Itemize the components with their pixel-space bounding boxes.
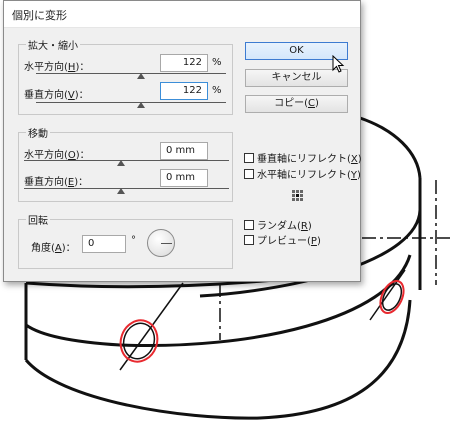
copy-button[interactable]: コピー(C): [245, 95, 348, 113]
move-vertical-input[interactable]: 0 mm: [160, 169, 208, 187]
move-vertical-slider-track[interactable]: [24, 188, 229, 189]
scale-vertical-slider-thumb[interactable]: [137, 102, 145, 108]
scale-horizontal-label: 水平方向(H)：: [24, 58, 89, 73]
angle-input[interactable]: 0: [82, 235, 126, 253]
scale-horizontal-input[interactable]: 122: [160, 54, 208, 72]
preview-box[interactable]: [244, 234, 254, 245]
move-horizontal-input[interactable]: 0 mm: [160, 142, 208, 160]
transform-each-dialog: 個別に変形 拡大・縮小 水平方向(H)： 122 % 垂直方向(V)： 122 …: [3, 0, 362, 282]
preview-label-text: プレビュー(: [257, 236, 311, 247]
dialog-title: 個別に変形: [12, 9, 67, 22]
random-label-tail: ): [307, 221, 312, 232]
reflect-vertical-checkbox[interactable]: 垂直軸にリフレクト(X): [244, 150, 362, 165]
scale-vertical-key: V: [67, 90, 75, 101]
scale-horizontal-label-text: 水平方向(: [24, 62, 68, 73]
random-label-text: ランダム(: [257, 221, 301, 232]
reflect-vertical-label-text: 垂直軸にリフレクト(: [257, 154, 351, 165]
random-label: ランダム(R): [257, 217, 312, 232]
selection-ellipse-right-inner: [381, 283, 403, 311]
preview-label-tail: ): [316, 236, 321, 247]
angle-dial[interactable]: [147, 229, 175, 257]
scale-vertical-label-text: 垂直方向(: [24, 90, 68, 101]
scale-vertical-label-tail: )：: [74, 90, 89, 101]
move-horizontal-label: 水平方向(O)：: [24, 146, 90, 161]
cylinder-top-rim-right: [359, 116, 422, 179]
preview-checkbox[interactable]: プレビュー(P): [244, 232, 321, 247]
angle-label-tail: )：: [61, 243, 76, 254]
move-vertical-label-tail: )：: [74, 177, 89, 188]
copy-button-label: コピー(: [274, 98, 308, 109]
reflect-vertical-key: X: [350, 154, 358, 165]
random-box[interactable]: [244, 219, 254, 230]
move-vertical-slider-thumb[interactable]: [117, 188, 125, 194]
move-vertical-label-text: 垂直方向(: [24, 177, 68, 188]
angle-dial-hand: [161, 243, 172, 244]
scale-horizontal-label-tail: )：: [75, 62, 90, 73]
reflect-horizontal-label-text: 水平軸にリフレクト(: [257, 170, 351, 181]
scale-horizontal-slider-thumb[interactable]: [137, 73, 145, 79]
scale-legend: 拡大・縮小: [26, 37, 80, 52]
move-vertical-label: 垂直方向(E)：: [24, 173, 88, 188]
scale-vertical-unit: %: [212, 85, 222, 96]
move-horizontal-slider-thumb[interactable]: [117, 160, 125, 166]
reflect-vertical-box[interactable]: [244, 152, 254, 163]
cylinder-bottom-rim: [24, 299, 412, 420]
selection-ellipse-right: [379, 280, 405, 314]
angle-key: A: [54, 243, 62, 254]
reflect-horizontal-checkbox[interactable]: 水平軸にリフレクト(Y): [244, 166, 361, 181]
scale-vertical-input[interactable]: 122: [160, 82, 208, 100]
reflect-vertical-label: 垂直軸にリフレクト(X): [257, 150, 362, 165]
angle-degree-unit: °: [131, 235, 136, 246]
angle-label: 角度(A)：: [31, 239, 76, 254]
copy-button-key: C: [308, 98, 315, 109]
scale-horizontal-unit: %: [212, 57, 222, 68]
reflect-horizontal-label: 水平軸にリフレクト(Y): [257, 166, 361, 181]
random-key: R: [300, 221, 308, 232]
reflect-vertical-label-tail: ): [357, 154, 362, 165]
scale-vertical-slider-track[interactable]: [36, 102, 226, 103]
dialog-titlebar[interactable]: 個別に変形: [4, 1, 360, 28]
scale-horizontal-slider-track[interactable]: [36, 73, 226, 74]
reflect-horizontal-box[interactable]: [244, 168, 254, 179]
reference-point-grid-icon[interactable]: [292, 190, 304, 202]
mouse-pointer-icon: [332, 55, 345, 73]
angle-label-text: 角度(: [31, 243, 55, 254]
move-horizontal-slider-track[interactable]: [24, 160, 229, 161]
preview-label: プレビュー(P): [257, 232, 321, 247]
move-legend: 移動: [26, 125, 50, 140]
rotate-legend: 回転: [26, 212, 50, 227]
scale-vertical-label: 垂直方向(V)：: [24, 86, 89, 101]
random-checkbox[interactable]: ランダム(R): [244, 217, 312, 232]
reflect-horizontal-label-tail: ): [357, 170, 361, 181]
copy-button-tail: ): [314, 98, 319, 109]
